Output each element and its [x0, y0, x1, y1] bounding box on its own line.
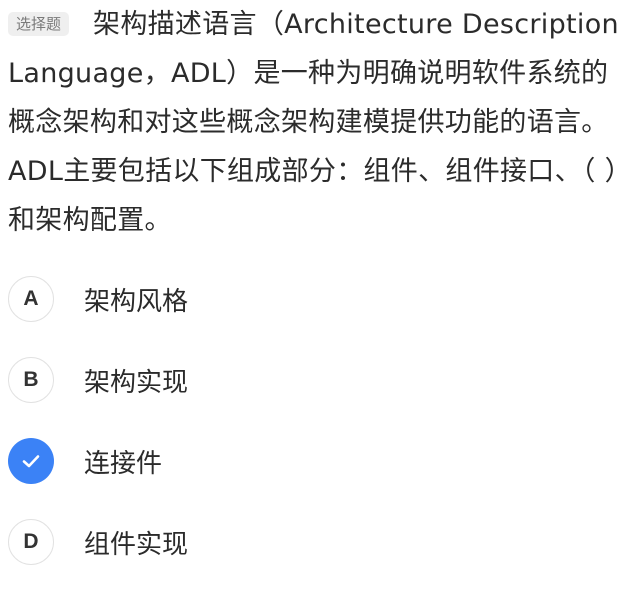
- option-c[interactable]: 连接件: [8, 435, 568, 487]
- option-d[interactable]: D 组件实现: [8, 516, 568, 568]
- option-c-text[interactable]: 连接件: [84, 443, 162, 480]
- option-a-badge[interactable]: A: [8, 276, 54, 322]
- question-text: 架构描述语言（Architecture Description Language…: [8, 9, 619, 236]
- option-b-text[interactable]: 架构实现: [84, 362, 188, 399]
- checkmark-icon: [22, 455, 40, 468]
- question-stem: 选择题 架构描述语言（Architecture Description Langu…: [8, 0, 620, 245]
- option-c-badge-selected[interactable]: [8, 438, 54, 484]
- option-a-text[interactable]: 架构风格: [84, 281, 188, 318]
- question-type-tag: 选择题: [8, 12, 70, 36]
- option-d-text[interactable]: 组件实现: [84, 524, 188, 561]
- option-b[interactable]: B 架构实现: [8, 354, 568, 406]
- option-d-badge[interactable]: D: [8, 519, 54, 565]
- option-b-badge[interactable]: B: [8, 357, 54, 403]
- option-a[interactable]: A 架构风格: [8, 273, 568, 325]
